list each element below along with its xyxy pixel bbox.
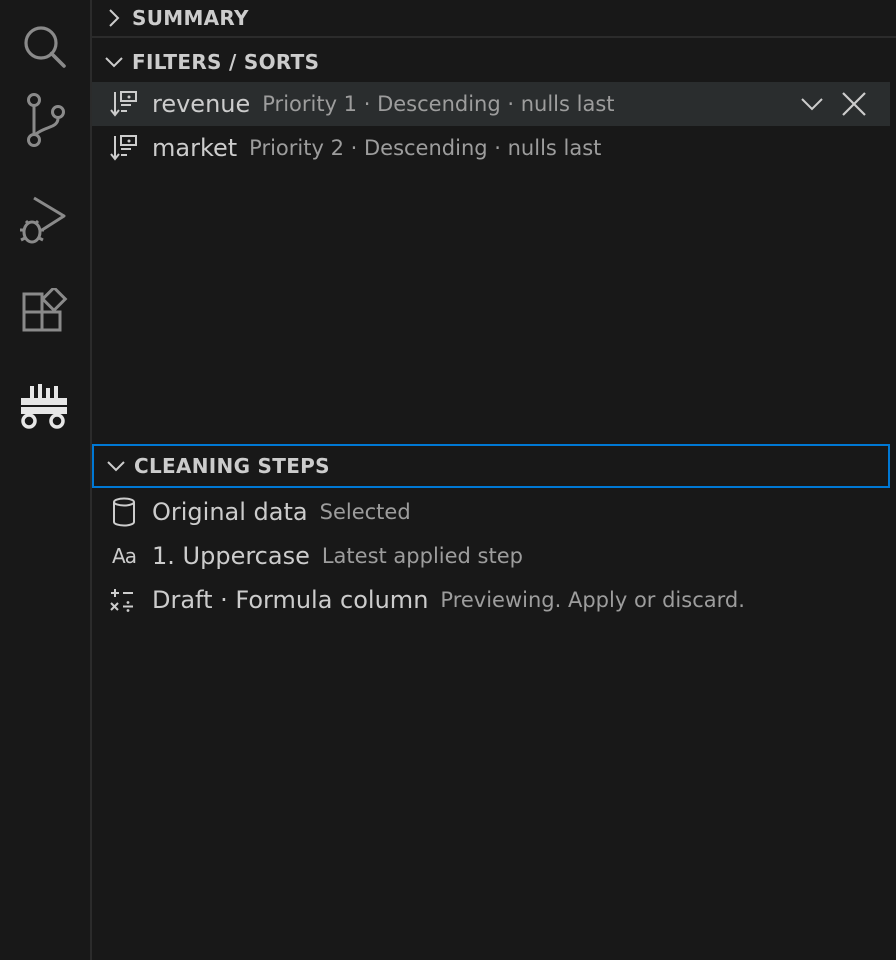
data-wrangler-icon bbox=[18, 382, 70, 430]
case-icon-text: Aa bbox=[112, 544, 137, 568]
chevron-down-icon bbox=[104, 52, 124, 72]
filters-sorts-section-title: FILTERS / SORTS bbox=[132, 50, 320, 74]
side-panel: SUMMARY FILTERS / SORTS revenue Priority… bbox=[92, 0, 896, 960]
step-item-original-data[interactable]: Original data Selected bbox=[92, 490, 890, 534]
cleaning-steps-section-title: CLEANING STEPS bbox=[134, 454, 330, 478]
cleaning-steps-section-header[interactable]: CLEANING STEPS bbox=[92, 444, 890, 488]
step-item-uppercase[interactable]: Aa 1. Uppercase Latest applied step bbox=[92, 534, 890, 578]
sort-item-revenue[interactable]: revenue Priority 1 · Descending · nulls … bbox=[92, 82, 890, 126]
run-debug-icon bbox=[18, 192, 70, 244]
chevron-down-icon[interactable] bbox=[798, 90, 826, 118]
activity-data-wrangler[interactable] bbox=[0, 360, 88, 452]
step-item-label: 1. Uppercase bbox=[152, 542, 310, 570]
step-item-description: Selected bbox=[319, 500, 411, 524]
step-item-label: Original data bbox=[152, 498, 308, 526]
sort-item-market[interactable]: market Priority 2 · Descending · nulls l… bbox=[92, 126, 890, 170]
step-item-label: Draft · Formula column bbox=[152, 586, 429, 614]
sort-icon bbox=[108, 132, 140, 164]
search-icon bbox=[20, 22, 68, 70]
case-icon: Aa bbox=[108, 540, 140, 572]
sort-item-label: revenue bbox=[152, 90, 251, 118]
step-item-description: Latest applied step bbox=[321, 544, 523, 568]
sort-item-description: Priority 2 · Descending · nulls last bbox=[249, 136, 602, 160]
row-actions bbox=[798, 82, 868, 126]
filters-sorts-section-header[interactable]: FILTERS / SORTS bbox=[92, 42, 896, 82]
formula-icon bbox=[108, 584, 140, 616]
source-control-icon bbox=[20, 92, 68, 148]
sort-icon bbox=[108, 88, 140, 120]
app-window: SUMMARY FILTERS / SORTS revenue Priority… bbox=[0, 0, 896, 960]
activity-extensions[interactable] bbox=[0, 266, 88, 358]
step-item-description: Previewing. Apply or discard. bbox=[440, 588, 745, 612]
sort-item-description: Priority 1 · Descending · nulls last bbox=[262, 92, 615, 116]
summary-section-header[interactable]: SUMMARY bbox=[92, 0, 896, 38]
activity-bar bbox=[0, 0, 92, 960]
chevron-right-icon bbox=[104, 8, 124, 28]
chevron-down-icon bbox=[106, 456, 126, 476]
database-icon bbox=[108, 496, 140, 528]
step-item-draft-formula[interactable]: Draft · Formula column Previewing. Apply… bbox=[92, 578, 890, 622]
sort-item-label: market bbox=[152, 134, 238, 162]
summary-section-title: SUMMARY bbox=[132, 6, 249, 30]
close-icon[interactable] bbox=[840, 90, 868, 118]
activity-source-control[interactable] bbox=[0, 74, 88, 166]
extensions-icon bbox=[20, 288, 68, 336]
activity-run-debug[interactable] bbox=[0, 172, 88, 264]
